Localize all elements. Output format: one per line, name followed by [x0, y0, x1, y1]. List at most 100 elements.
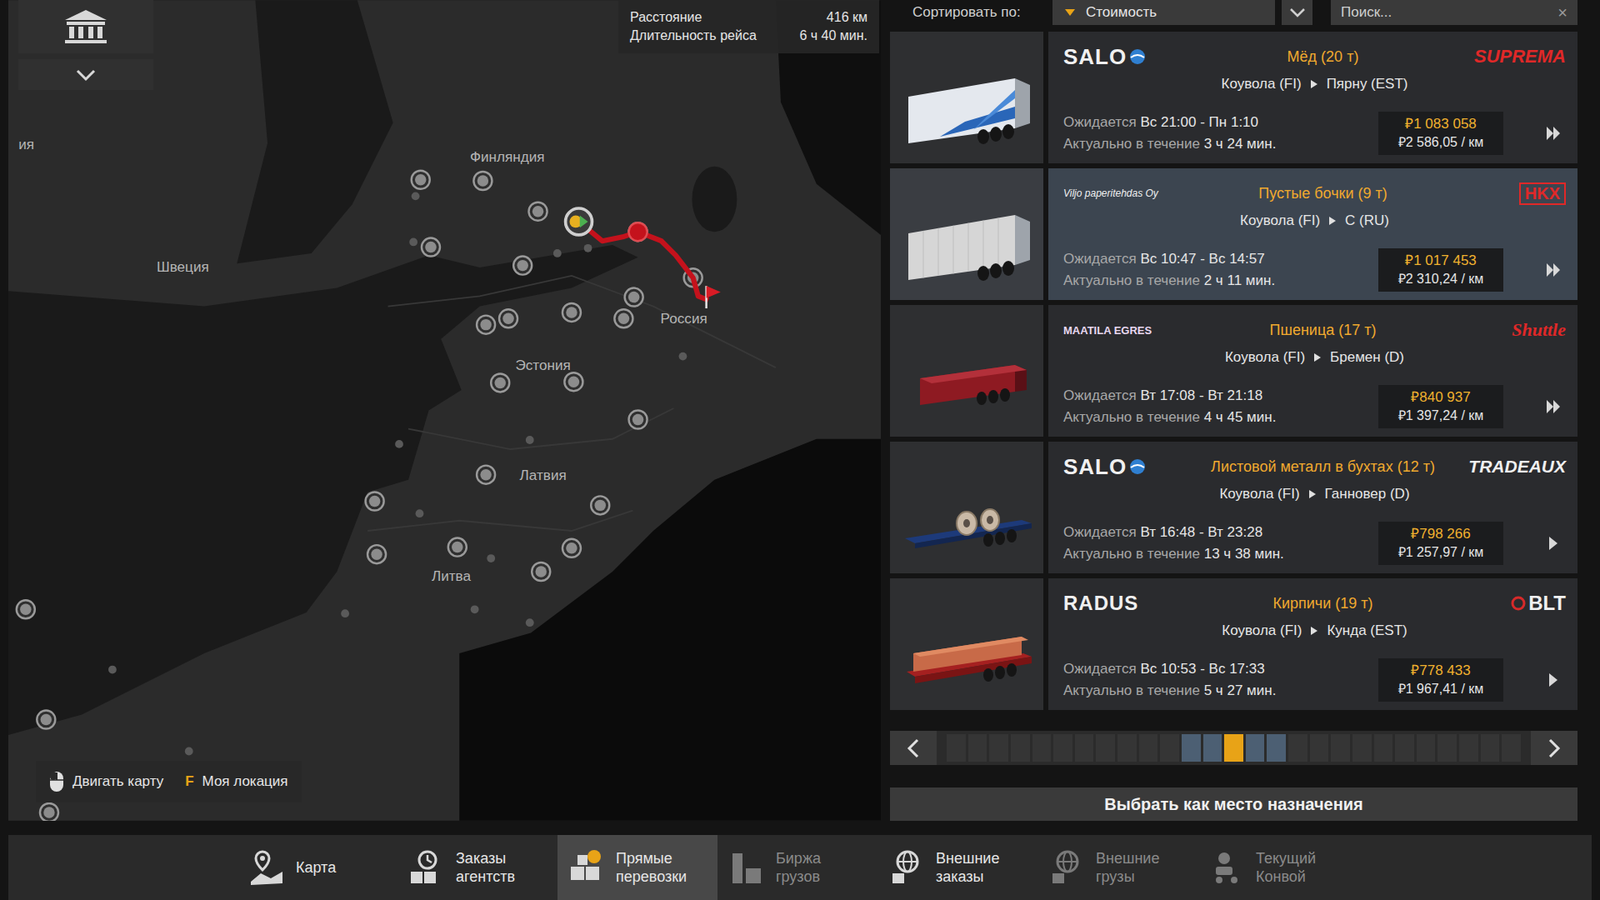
page-segment[interactable]	[1395, 734, 1415, 762]
nav-tab[interactable]: Прямые перевозки	[557, 835, 718, 900]
nav-tab[interactable]: Карта	[237, 835, 398, 900]
page-segment[interactable]	[1245, 734, 1265, 762]
page-segment[interactable]	[1416, 734, 1436, 762]
page-segment[interactable]	[1288, 734, 1308, 762]
city-marker[interactable]	[590, 495, 610, 515]
city-marker[interactable]	[16, 600, 35, 619]
city-dot[interactable]	[185, 747, 194, 756]
open-job-button[interactable]	[1540, 671, 1566, 689]
page-segment[interactable]	[1501, 734, 1521, 762]
page-segment[interactable]	[1266, 734, 1286, 762]
search-clear-button[interactable]: ×	[1557, 3, 1568, 23]
city-dot[interactable]	[584, 244, 593, 253]
city-dot[interactable]	[525, 618, 535, 627]
city-marker[interactable]	[625, 288, 644, 307]
job-card[interactable]: MAATILA EGRESПшеница (17 т)ShuttleКоувол…	[890, 305, 1578, 437]
open-job-button[interactable]	[1540, 398, 1566, 415]
company-logo: MAATILA EGRES	[1063, 324, 1205, 337]
city-marker[interactable]	[564, 372, 583, 391]
city-marker[interactable]	[562, 303, 581, 322]
city-marker[interactable]	[614, 309, 633, 328]
city-marker[interactable]	[513, 256, 532, 275]
globe-icon	[1129, 458, 1146, 475]
city-dot[interactable]	[395, 440, 404, 449]
job-route: Коувола (FI)Кунда (EST)	[1063, 620, 1566, 642]
info-label: Длительность рейса	[630, 28, 757, 44]
city-marker[interactable]	[411, 170, 430, 190]
page-segment[interactable]	[1459, 734, 1479, 762]
nav-tab[interactable]: Заказы агентств	[397, 835, 558, 900]
page-segment[interactable]	[1480, 734, 1500, 762]
city-marker[interactable]	[365, 491, 385, 510]
page-segment[interactable]	[1032, 734, 1052, 762]
nav-tab[interactable]: Текущий Конвой	[1197, 835, 1358, 900]
city-marker[interactable]	[448, 538, 467, 557]
nav-tab[interactable]: Биржа грузов	[717, 835, 878, 900]
city-marker[interactable]	[562, 539, 581, 558]
city-dot[interactable]	[553, 249, 562, 258]
job-card[interactable]: RADUSКирпичи (19 т)BLTКоувола (FI)Кунда …	[890, 578, 1578, 710]
page-segment[interactable]	[946, 734, 966, 762]
nav-tab[interactable]: Внешние заказы	[877, 835, 1038, 900]
city-dot[interactable]	[411, 191, 420, 200]
city-dot[interactable]	[415, 509, 425, 518]
city-marker[interactable]	[499, 309, 518, 328]
page-segment[interactable]	[1117, 734, 1137, 762]
page-segment[interactable]	[1181, 734, 1201, 762]
city-marker[interactable]	[531, 562, 550, 581]
city-dot[interactable]	[409, 238, 418, 247]
sort-dropdown-toggle[interactable]	[1281, 0, 1313, 25]
city-marker[interactable]	[629, 222, 648, 241]
page-segment[interactable]	[1075, 734, 1095, 762]
city-marker[interactable]	[490, 373, 510, 392]
city-dot[interactable]	[486, 554, 495, 563]
page-segment[interactable]	[1224, 734, 1244, 762]
job-card[interactable]: SALOЛистовой металл в бухтах (12 т)TRADE…	[890, 441, 1578, 574]
page-segment[interactable]	[1437, 734, 1457, 762]
expand-button[interactable]	[18, 59, 154, 90]
next-page-button[interactable]	[1530, 730, 1578, 765]
hint-key: F	[185, 773, 194, 790]
route-city[interactable]	[629, 222, 648, 241]
city-dot[interactable]	[340, 609, 350, 618]
page-segment[interactable]	[1352, 734, 1372, 762]
page-segment[interactable]	[1053, 734, 1073, 762]
page-segment[interactable]	[1010, 734, 1030, 762]
prev-page-button[interactable]	[890, 730, 937, 765]
sort-dropdown[interactable]: Стоимость	[1052, 0, 1275, 25]
open-job-button[interactable]	[1540, 535, 1566, 552]
city-marker[interactable]	[473, 171, 492, 190]
city-marker[interactable]	[476, 465, 495, 485]
page-segment[interactable]	[989, 734, 1009, 762]
city-dot[interactable]	[525, 435, 535, 445]
page-segment[interactable]	[1139, 734, 1159, 762]
page-segment[interactable]	[1310, 734, 1330, 762]
city-marker[interactable]	[421, 238, 440, 257]
open-job-button[interactable]	[1540, 261, 1566, 279]
search-field[interactable]: Поиск...×	[1330, 0, 1578, 25]
page-segment[interactable]	[1330, 734, 1350, 762]
select-destination-button[interactable]: Выбрать как место назначения	[890, 787, 1578, 821]
depot-button[interactable]	[18, 0, 154, 54]
nav-tab[interactable]: Внешние грузы	[1037, 835, 1198, 900]
city-dot[interactable]	[470, 605, 480, 614]
city-marker[interactable]	[367, 545, 386, 564]
city-dot[interactable]	[108, 665, 117, 675]
cargo-title: Мёд (20 т)	[1205, 48, 1441, 66]
city-marker[interactable]	[529, 202, 548, 221]
map-panel[interactable]: ияФинляндияШвецияЭстонияЛатвияЛитваРосси…	[8, 0, 881, 821]
city-dot[interactable]	[679, 352, 688, 361]
city-marker[interactable]	[629, 410, 648, 430]
city-marker[interactable]	[36, 710, 55, 730]
map-canvas[interactable]: ияФинляндияШвецияЭстонияЛатвияЛитваРосси…	[8, 0, 881, 821]
job-card[interactable]: SALOМёд (20 т)SUPREMAКоувола (FI)Пярну (…	[890, 31, 1578, 164]
page-segment[interactable]	[968, 734, 988, 762]
job-card[interactable]: Viljo paperitehdas OyПустые бочки (9 т)H…	[890, 168, 1578, 300]
page-segment[interactable]	[1203, 734, 1223, 762]
page-segment[interactable]	[1095, 734, 1115, 762]
open-job-button[interactable]	[1540, 125, 1566, 142]
page-segment[interactable]	[1160, 734, 1180, 762]
page-segment[interactable]	[1374, 734, 1394, 762]
city-marker[interactable]	[40, 803, 59, 821]
city-marker[interactable]	[476, 315, 495, 335]
